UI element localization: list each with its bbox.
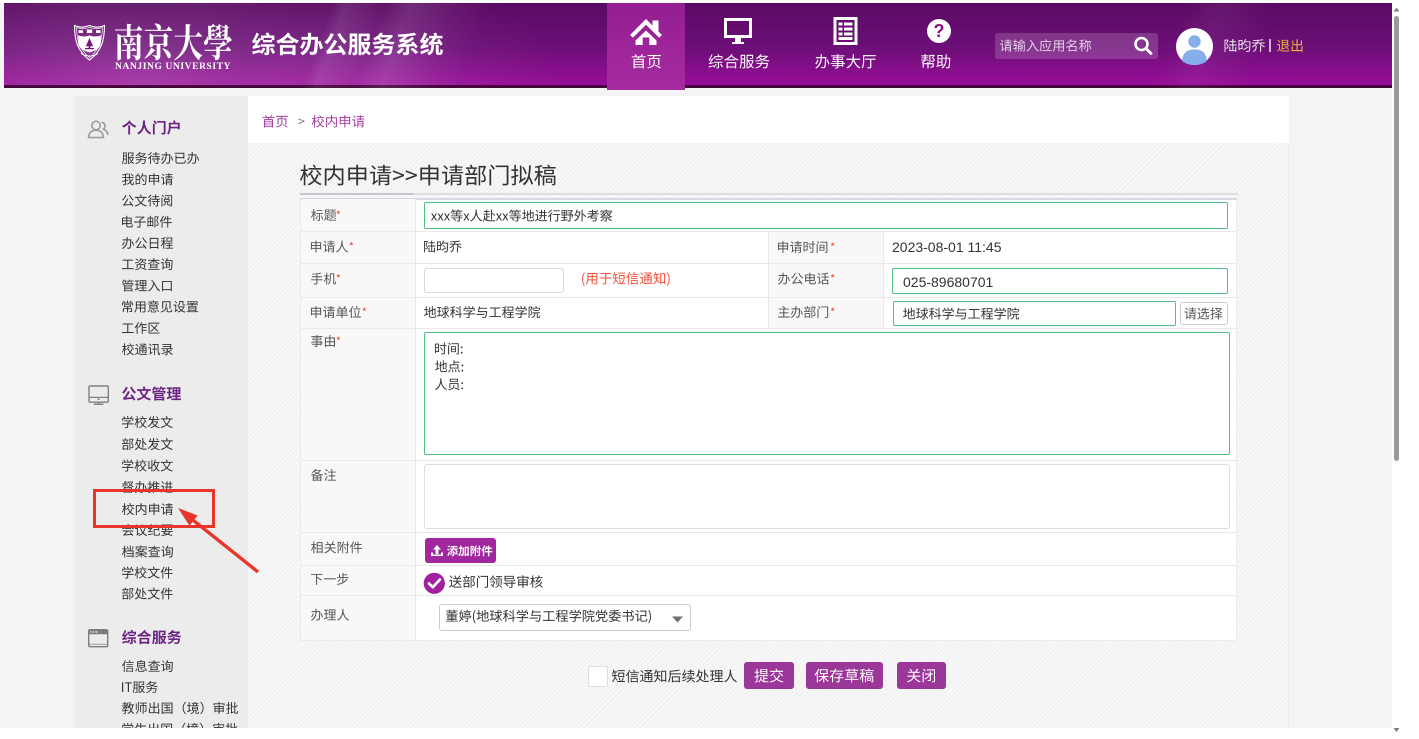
svg-text:?: ? [934,21,945,41]
